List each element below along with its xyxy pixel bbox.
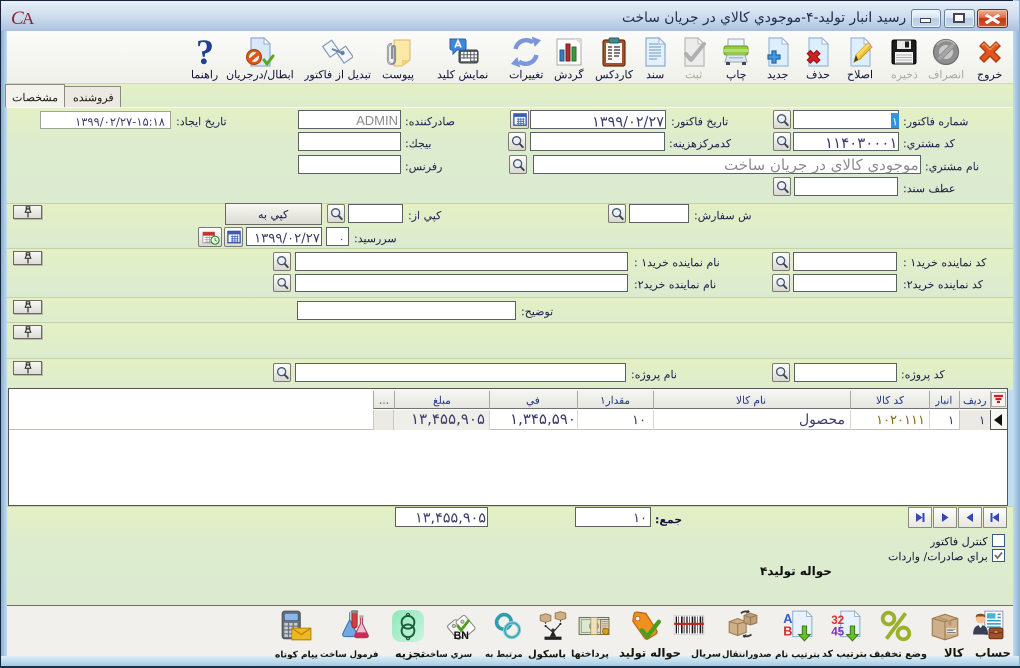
- svg-text:45: 45: [831, 626, 844, 639]
- svg-text:A: A: [22, 9, 35, 28]
- svg-text:B: B: [783, 624, 792, 639]
- svg-text:?: ?: [196, 36, 214, 68]
